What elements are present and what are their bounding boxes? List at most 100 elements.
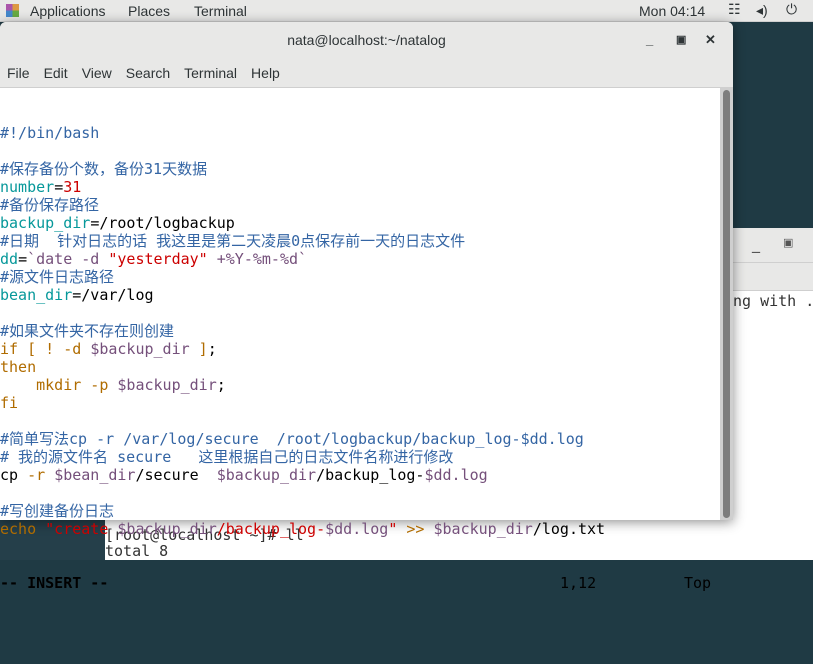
- code-token: ;: [216, 376, 226, 394]
- menu-terminal[interactable]: Terminal: [184, 65, 237, 81]
- code-token: if [ ! -d: [0, 340, 91, 358]
- menu-file[interactable]: File: [7, 65, 30, 81]
- code-token: /log.txt: [532, 520, 606, 538]
- code-token: /backup_log-: [316, 466, 425, 484]
- menu-help[interactable]: Help: [251, 65, 280, 81]
- code-line: #简单写法cp -r /var/log/secure /root/logback…: [0, 430, 720, 448]
- code-token: =/var/log: [72, 286, 154, 304]
- code-token: $backup_dir: [117, 376, 217, 394]
- code-token: $backup_dir: [216, 466, 317, 484]
- code-token: # 我的源文件名 secure 这里根据自己的日志文件名称进行修改: [0, 448, 454, 466]
- minimize-button[interactable]: _: [646, 22, 653, 58]
- code-token: "yesterday": [108, 250, 208, 268]
- code-token: 31: [63, 178, 82, 196]
- code-token: $bean_dir: [54, 466, 136, 484]
- code-line: then: [0, 358, 720, 376]
- code-line: mkdir -p $backup_dir;: [0, 376, 720, 394]
- code-line: #日期 针对日志的话 我这里是第二天凌晨0点保存前一天的日志文件: [0, 232, 720, 250]
- menu-search[interactable]: Search: [126, 65, 170, 81]
- code-token: dd: [0, 250, 19, 268]
- menu-bar: File Edit View Search Terminal Help: [0, 58, 733, 88]
- scrollbar-thumb[interactable]: [723, 90, 730, 518]
- code-token: $dd.log: [325, 520, 389, 538]
- code-token: #备份保存路径: [0, 196, 100, 214]
- network-icon[interactable]: ☷: [728, 0, 741, 18]
- code-token: #日期 针对日志的话 我这里是第二天凌晨0点保存前一天的日志文件: [0, 232, 466, 250]
- code-token: =: [18, 250, 28, 268]
- terminal-window[interactable]: nata@localhost:~/natalog _ ▣ ✕ File Edit…: [0, 22, 733, 592]
- code-line: echo "create $backup_dir/backup_log-$dd.…: [0, 520, 720, 538]
- code-line: cp -r $bean_dir/secure $backup_dir/backu…: [0, 466, 720, 484]
- window-title: nata@localhost:~/natalog: [287, 32, 446, 48]
- maximize-button[interactable]: ▣: [676, 22, 686, 58]
- code-token: #源文件日志路径: [0, 268, 115, 286]
- code-token: backup_dir: [0, 214, 91, 232]
- close-button[interactable]: ✕: [705, 22, 716, 58]
- code-line: #!/bin/bash: [0, 124, 720, 142]
- scrollbar[interactable]: [720, 88, 733, 520]
- cursor-position: 1,12: [560, 574, 597, 592]
- code-token: =/root/logbackup: [90, 214, 235, 232]
- code-token: #写创建备份日志: [0, 502, 115, 520]
- code-token: +%Y-%m-%d`: [207, 250, 308, 268]
- code-line: #写创建备份日志: [0, 502, 720, 520]
- vim-status-line: -- INSERT -- 1,12 Top: [0, 574, 720, 592]
- background-text: ng with .: [733, 292, 813, 310]
- code-token: cp: [0, 466, 28, 484]
- code-line: fi: [0, 394, 720, 412]
- code-token: $dd.log: [424, 466, 488, 484]
- code-token: $backup_dir: [433, 520, 533, 538]
- clock[interactable]: Mon 04:14: [639, 2, 705, 20]
- code-token: number: [0, 178, 55, 196]
- code-token: echo: [0, 520, 46, 538]
- code-token: =: [54, 178, 64, 196]
- menu-edit[interactable]: Edit: [44, 65, 68, 81]
- code-token: ]: [189, 340, 208, 358]
- code-token: fi: [0, 394, 19, 412]
- code-line: dd=`date -d "yesterday" +%Y-%m-%d`: [0, 250, 720, 268]
- code-token: "create: [45, 520, 118, 538]
- code-line: number=31: [0, 178, 720, 196]
- code-line: #如果文件夹不存在则创建: [0, 322, 720, 340]
- title-bar[interactable]: nata@localhost:~/natalog _ ▣ ✕: [0, 22, 733, 58]
- top-panel: Applications Places Terminal Mon 04:14 ☷…: [0, 0, 813, 22]
- code-token: #!/bin/bash: [0, 124, 100, 142]
- code-token: #简单写法cp -r /var/log/secure /root/logback…: [0, 430, 584, 448]
- code-token: $backup_dir: [90, 340, 190, 358]
- code-line: bean_dir=/var/log: [0, 286, 720, 304]
- code-line: #备份保存路径: [0, 196, 720, 214]
- code-token: mkdir -p: [0, 376, 118, 394]
- maximize-icon[interactable]: ▣: [783, 236, 793, 249]
- menu-view[interactable]: View: [82, 65, 112, 81]
- scroll-position: Top: [684, 574, 712, 592]
- code-line: #保存备份个数，备份31天数据: [0, 160, 720, 178]
- code-token: bean_dir: [0, 286, 73, 304]
- code-line: #源文件日志路径: [0, 268, 720, 286]
- code-line: if [ ! -d $backup_dir ];: [0, 340, 720, 358]
- minimize-icon[interactable]: _: [752, 234, 760, 253]
- applications-menu[interactable]: Applications: [30, 2, 106, 20]
- places-menu[interactable]: Places: [128, 2, 170, 20]
- volume-icon[interactable]: ◂): [756, 1, 768, 19]
- code-token: #如果文件夹不存在则创建: [0, 322, 175, 340]
- code-line: # 我的源文件名 secure 这里根据自己的日志文件名称进行修改: [0, 448, 720, 466]
- code-token: `date -d: [27, 250, 109, 268]
- code-token: /backup_log-: [216, 520, 326, 538]
- vim-editor[interactable]: #!/bin/bash #保存备份个数，备份31天数据 number=31 #备份保存…: [0, 88, 720, 628]
- code-token: ;: [207, 340, 217, 358]
- code-token: /secure: [135, 466, 217, 484]
- terminal-menu[interactable]: Terminal: [194, 2, 247, 20]
- code-token: #保存备份个数，备份31天数据: [0, 160, 208, 178]
- code-token: $backup_dir: [117, 520, 217, 538]
- power-icon[interactable]: ⏻: [786, 0, 797, 18]
- insert-mode-indicator: -- INSERT --: [0, 574, 109, 592]
- applications-icon: [6, 4, 19, 17]
- code-token: then: [0, 358, 37, 376]
- code-token: >>: [397, 520, 434, 538]
- code-line: backup_dir=/root/logbackup: [0, 214, 720, 232]
- code-token: -r: [27, 466, 55, 484]
